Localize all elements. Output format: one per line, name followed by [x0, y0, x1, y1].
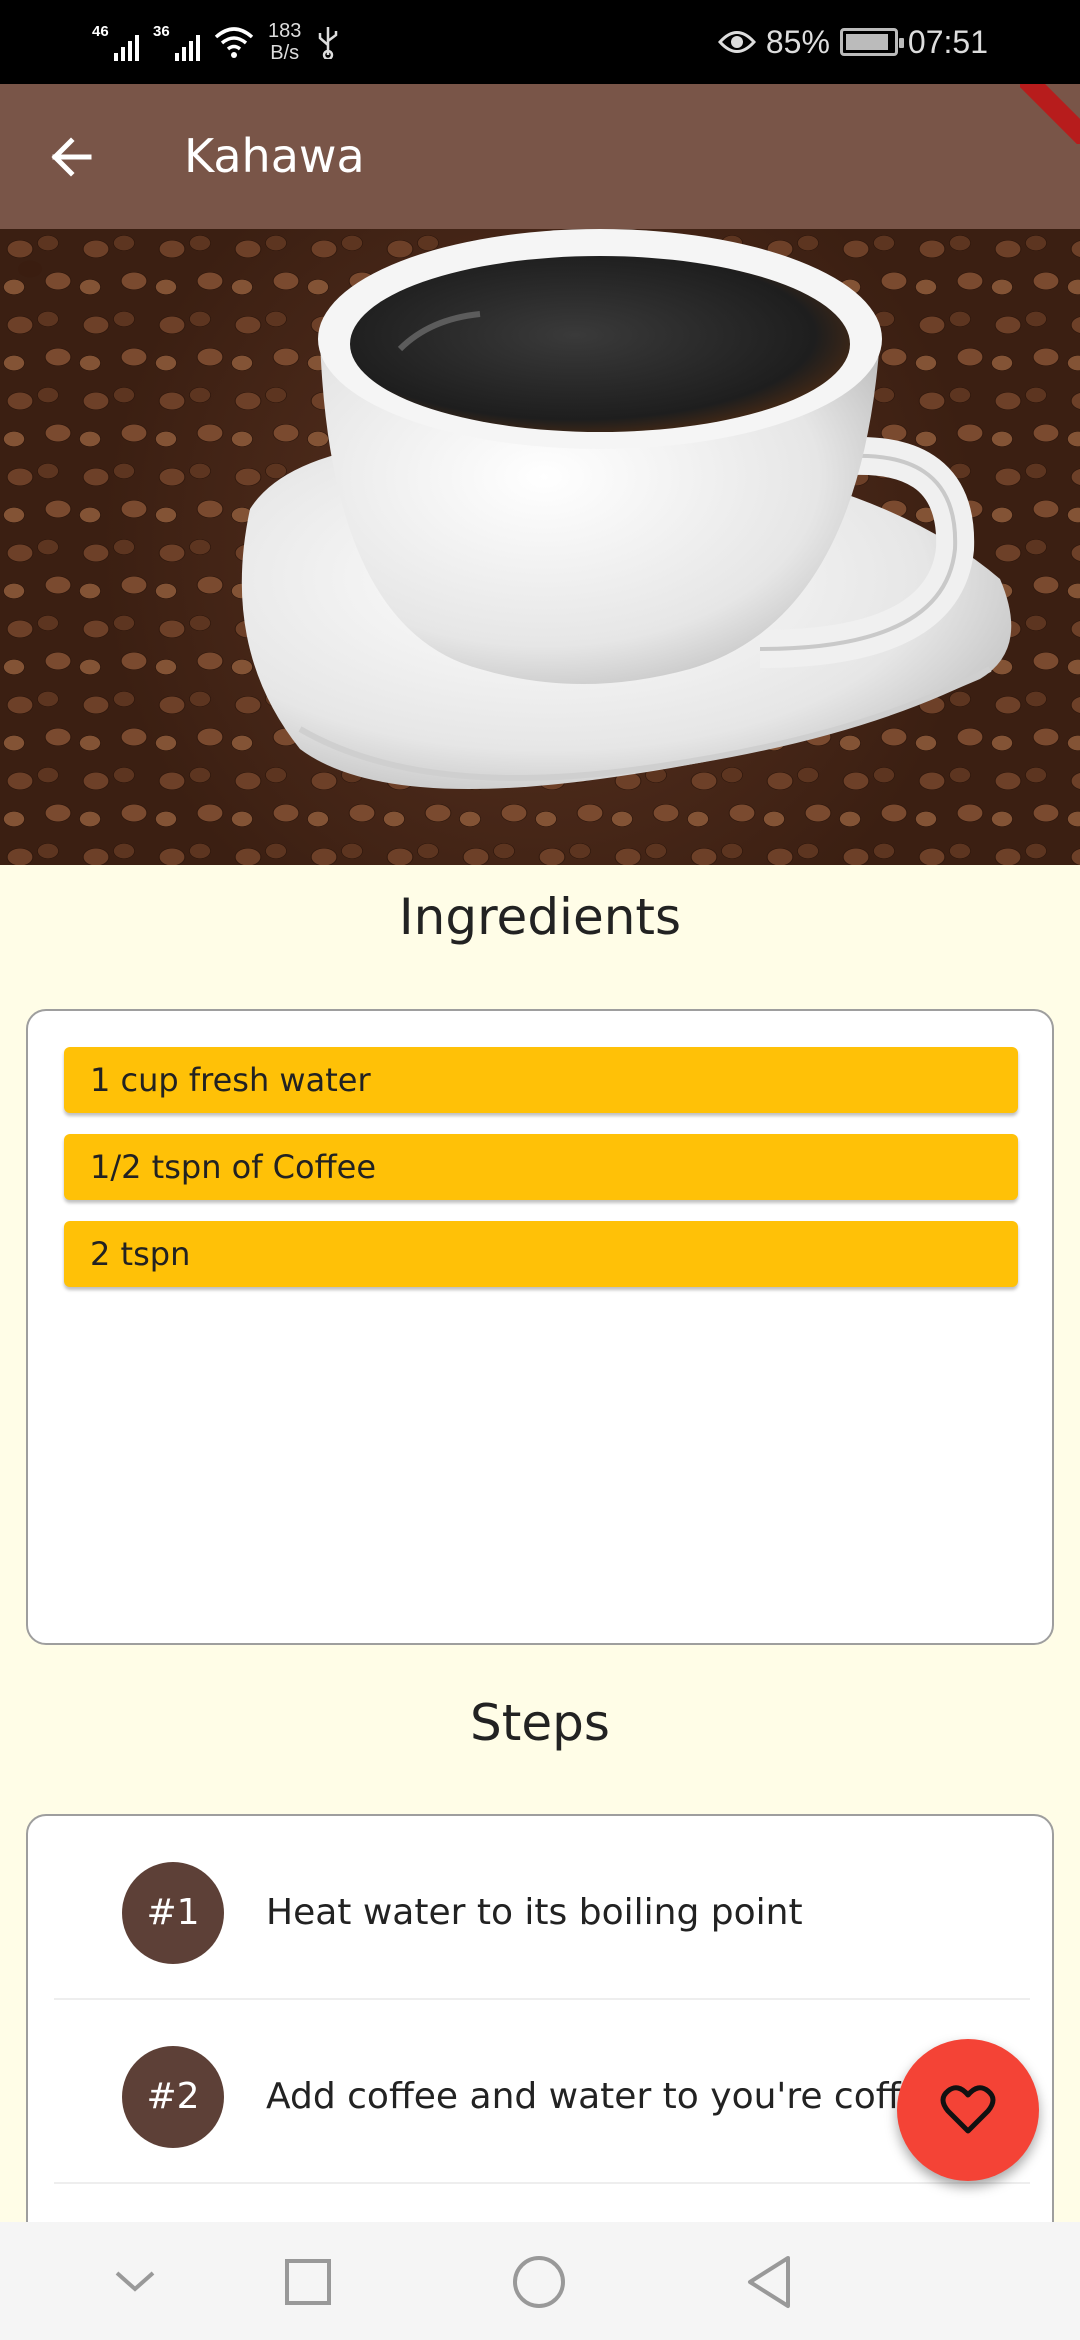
network-speed-value: 183: [268, 20, 302, 42]
ingredients-title: Ingredients: [398, 888, 682, 946]
wifi-icon: [214, 27, 254, 58]
system-back-button[interactable]: [731, 2244, 807, 2320]
coffee-cup-illustration: [241, 229, 1012, 789]
hide-nav-button[interactable]: [97, 2244, 173, 2320]
signal-icon: 46: [92, 23, 139, 61]
network-speed-unit: B/s: [270, 42, 300, 64]
back-button[interactable]: [38, 124, 104, 190]
step-row[interactable]: #1 Heat water to its boiling point: [54, 1816, 1030, 2000]
back-triangle-icon: [748, 2256, 790, 2308]
arrow-left-icon: [51, 137, 92, 177]
status-left: 46 36 183 B/s: [92, 0, 341, 84]
step-row[interactable]: #2 Add coffee and water to you're coffee…: [54, 2000, 1030, 2184]
network-speed: 183 B/s: [268, 20, 301, 64]
step-text: Heat water to its boiling point: [266, 1892, 803, 1933]
favorite-button[interactable]: [897, 2039, 1039, 2181]
step-number-badge: #2: [122, 2046, 224, 2148]
clock: 07:51: [907, 23, 988, 60]
page-title: Kahawa: [184, 129, 365, 183]
signal-icon: 36: [153, 23, 200, 61]
system-nav-bar: [0, 2222, 1080, 2340]
ingredient-item[interactable]: 2 tspn: [64, 1221, 1018, 1287]
heart-outline-icon: [940, 2085, 996, 2134]
status-right: 85% 07:51: [717, 0, 988, 84]
home-circle-icon: [513, 2256, 565, 2308]
ingredients-card: 1 cup fresh water 1/2 tspn of Coffee 2 t…: [26, 1009, 1054, 1645]
signal-2-label: 36: [153, 23, 170, 40]
recents-button[interactable]: [270, 2244, 346, 2320]
ingredient-item[interactable]: 1 cup fresh water: [64, 1047, 1018, 1113]
home-button[interactable]: [501, 2244, 577, 2320]
step-number-badge: #1: [122, 1862, 224, 1964]
usb-icon: [319, 27, 338, 59]
eye-icon: [717, 31, 756, 53]
status-bar: 46 36 183 B/s 85% 07:51: [0, 0, 1080, 84]
ingredient-item[interactable]: 1/2 tspn of Coffee: [64, 1134, 1018, 1200]
coffee-cup-image: [0, 229, 1080, 865]
battery-percent: 85%: [765, 23, 830, 60]
steps-title: Steps: [470, 1694, 610, 1752]
chevron-down-icon: [115, 2271, 155, 2292]
signal-1-label: 46: [92, 23, 109, 40]
app-bar: Kahawa: [0, 84, 1080, 229]
recents-square-icon: [285, 2259, 331, 2305]
ingredients-list: 1 cup fresh water 1/2 tspn of Coffee 2 t…: [64, 1047, 1018, 1308]
battery-icon: [839, 28, 904, 56]
debug-banner: [1020, 84, 1080, 144]
